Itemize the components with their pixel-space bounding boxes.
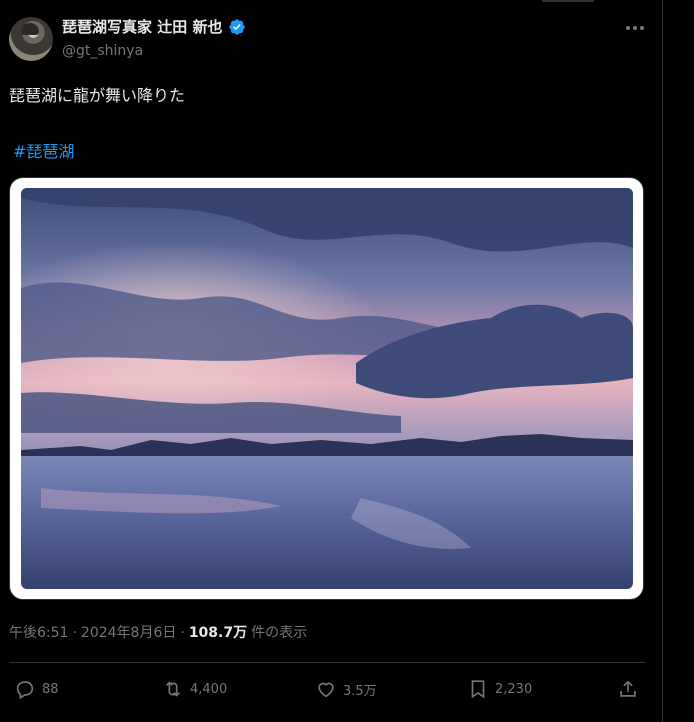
bookmark-button[interactable]: 2,230 [467, 678, 532, 700]
column-divider [662, 0, 663, 722]
reply-count: 88 [42, 681, 59, 697]
reply-icon [16, 681, 34, 700]
like-icon [318, 682, 334, 698]
verified-badge-icon [229, 18, 246, 35]
action-bar-divider [9, 662, 645, 663]
repost-count: 4,400 [190, 681, 228, 697]
views-label: 件の表示 [251, 625, 308, 641]
like-button[interactable]: 3.5万 [315, 678, 377, 700]
meta-separator: · [180, 625, 185, 641]
repost-button[interactable]: 4,400 [162, 678, 227, 700]
tweet-time[interactable]: 午後6:51 [9, 622, 68, 642]
share-icon [620, 680, 636, 697]
top-tab-indicator [542, 0, 594, 2]
like-count: 3.5万 [343, 683, 377, 699]
author-handle[interactable]: @gt_shinya [62, 43, 143, 59]
tweet-meta: 午後6:51 · 2024年8月6日 · 108.7万 件の表示 [9, 622, 307, 642]
lake-sunset-photo [21, 188, 633, 589]
meta-separator: · [72, 625, 77, 641]
author-name-row: 琵琶湖写真家 辻田 新也 [62, 16, 246, 37]
share-button[interactable] [617, 678, 639, 700]
tweet-text: 琵琶湖に龍が舞い降りた [9, 86, 186, 105]
bookmark-icon [471, 680, 485, 699]
hashtag-link[interactable]: #琵琶湖 [13, 138, 74, 162]
views-count[interactable]: 108.7万 [189, 622, 247, 642]
author-display-name[interactable]: 琵琶湖写真家 辻田 新也 [62, 16, 222, 37]
tweet-date[interactable]: 2024年8月6日 [81, 622, 176, 642]
tweet-photo[interactable] [9, 177, 644, 600]
reply-button[interactable]: 88 [14, 678, 59, 700]
more-icon[interactable] [624, 18, 646, 38]
bookmark-count: 2,230 [495, 681, 533, 697]
avatar[interactable] [9, 17, 53, 61]
repost-icon [165, 681, 181, 697]
